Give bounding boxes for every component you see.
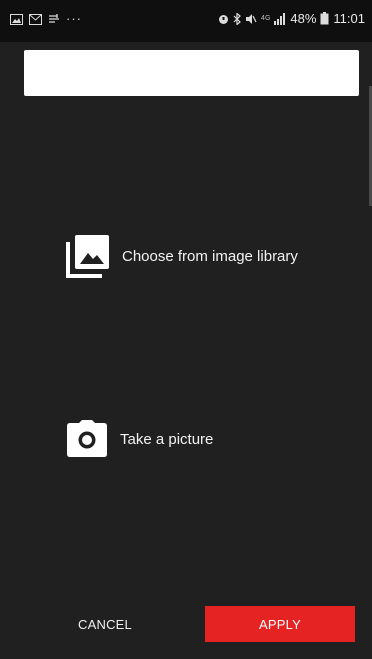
alarm-icon <box>218 13 229 25</box>
status-bar-notifications: ··· <box>10 11 82 26</box>
mobile-data-icon: 4G <box>261 14 271 22</box>
bluetooth-icon <box>233 12 241 25</box>
clock: 11:01 <box>333 11 365 26</box>
search-input[interactable] <box>24 50 359 96</box>
battery-percentage: 48% <box>290 11 317 26</box>
camera-icon <box>66 420 108 458</box>
status-bar-system: 4G 48% 11:01 <box>218 11 365 26</box>
gallery-notification-icon <box>10 13 23 25</box>
apply-button[interactable]: APPLY <box>205 606 355 642</box>
image-picker-screen: ··· 4G 48% 11:01 Choose from image libra… <box>0 0 372 659</box>
more-notifications-icon: ··· <box>66 11 82 26</box>
take-picture-option[interactable]: Take a picture <box>66 420 213 458</box>
take-picture-label: Take a picture <box>120 430 214 448</box>
mute-icon <box>245 13 257 25</box>
photo-library-icon <box>66 234 110 278</box>
status-bar: ··· 4G 48% 11:01 <box>0 0 372 42</box>
signal-strength-icon <box>274 12 286 25</box>
choose-from-library-option[interactable]: Choose from image library <box>66 234 298 278</box>
cancel-button[interactable]: CANCEL <box>56 606 154 642</box>
choose-from-library-label: Choose from image library <box>122 247 298 265</box>
usb-notification-icon <box>48 13 60 25</box>
battery-icon <box>320 12 329 25</box>
email-notification-icon <box>29 13 42 25</box>
